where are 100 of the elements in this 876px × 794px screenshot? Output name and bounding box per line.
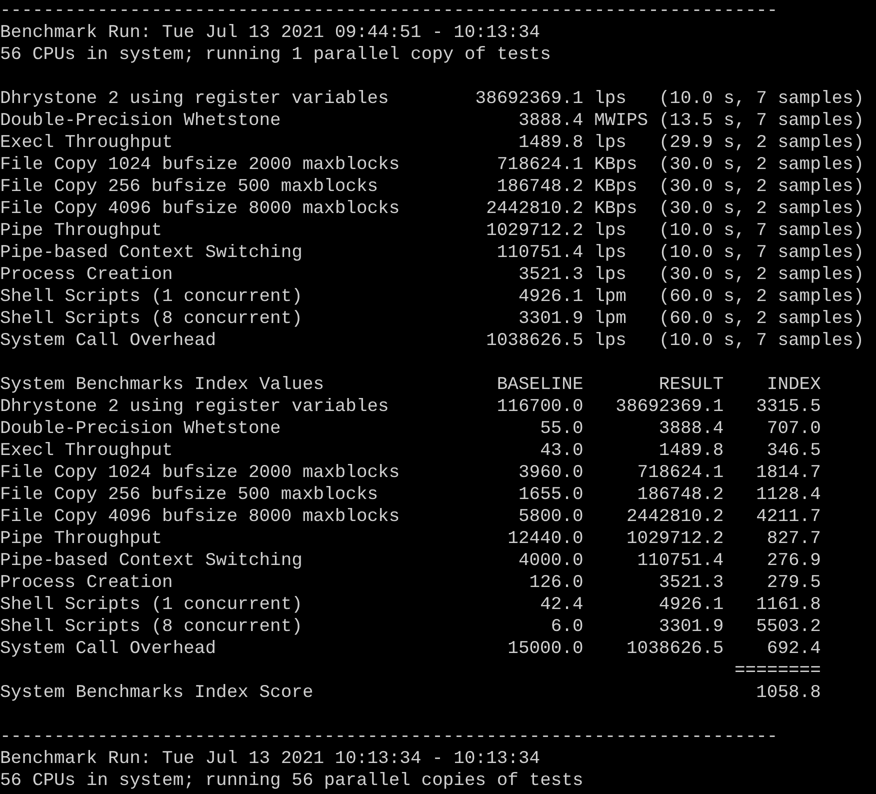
result-value: 3521.3 — [517, 264, 584, 286]
unit-label: lps — [594, 264, 628, 286]
unit-label: lps — [594, 88, 628, 110]
table-cell-text: 346.5 — [766, 440, 821, 462]
test-name: File Copy 4096 bufsize 8000 maxblocks — [0, 198, 401, 220]
timing-text: (10.0 s, 7 samples) — [658, 88, 866, 110]
table-cell-text: 12440.0 — [506, 528, 584, 550]
unit-label: lps — [594, 132, 628, 154]
column-header: BASELINE — [496, 374, 584, 396]
table-cell-text: 55.0 — [539, 418, 584, 440]
unit-label: MWIPS — [594, 110, 648, 132]
unit-label: lps — [594, 242, 628, 264]
table-cell-text: 3521.3 — [658, 572, 724, 594]
table-cell-text: Pipe Throughput — [0, 528, 164, 550]
column-header: INDEX — [766, 374, 821, 396]
test-name: Shell Scripts (1 concurrent) — [0, 286, 304, 308]
table-cell-text: 43.0 — [539, 440, 584, 462]
table-cell-text: Shell Scripts (8 concurrent) — [0, 616, 304, 638]
separator-line: ------------------------------------------------------------------------ — [0, 1, 778, 21]
table-cell-text: 1655.0 — [517, 484, 584, 506]
table-cell-text: 6.0 — [550, 616, 584, 638]
table-cell-text: 5800.0 — [517, 506, 584, 528]
result-value: 38692369.1 — [474, 88, 584, 110]
table-cell-text: 3315.5 — [755, 396, 821, 418]
unit-label: KBps — [594, 154, 638, 176]
table-cell-text: 110751.4 — [636, 550, 724, 572]
result-value: 4926.1 — [517, 286, 584, 308]
test-name: Double-Precision Whetstone — [0, 110, 282, 132]
timing-text: (60.0 s, 2 samples) — [658, 286, 866, 308]
table-cell-text: 126.0 — [528, 572, 584, 594]
table-cell-text: 4000.0 — [517, 550, 584, 572]
unit-label: lps — [594, 220, 628, 242]
table-cell-text: 279.5 — [766, 572, 821, 594]
table-cell-text: 116700.0 — [496, 396, 584, 418]
table-cell-text: 718624.1 — [636, 462, 724, 484]
table-cell-text: 707.0 — [766, 418, 821, 440]
score-label: System Benchmarks Index Score — [0, 682, 314, 704]
separator-line: ------------------------------------------------------------------------ — [0, 727, 778, 747]
timing-text: (30.0 s, 2 samples) — [658, 154, 866, 176]
result-value: 3888.4 — [517, 110, 584, 132]
result-value: 718624.1 — [496, 154, 584, 176]
timing-text: (60.0 s, 2 samples) — [658, 308, 866, 330]
timing-text: (10.0 s, 7 samples) — [658, 220, 866, 242]
result-value: 1029712.2 — [485, 220, 584, 242]
test-name: Pipe Throughput — [0, 220, 164, 242]
table-cell-text: 1029712.2 — [625, 528, 724, 550]
table-cell-text: File Copy 4096 bufsize 8000 maxblocks — [0, 506, 401, 528]
test-name: File Copy 256 bufsize 500 maxblocks — [0, 176, 380, 198]
unit-label: KBps — [594, 176, 638, 198]
table-cell-text: 1814.7 — [755, 462, 821, 484]
table-cell-text: Execl Throughput — [0, 440, 174, 462]
timing-text: (30.0 s, 2 samples) — [658, 176, 866, 198]
test-name: Shell Scripts (8 concurrent) — [0, 308, 304, 330]
result-value: 3301.9 — [517, 308, 584, 330]
result-value: 186748.2 — [496, 176, 584, 198]
table-cell-text: File Copy 1024 bufsize 2000 maxblocks — [0, 462, 401, 484]
result-value: 110751.4 — [496, 242, 584, 264]
timing-text: (30.0 s, 2 samples) — [658, 198, 866, 220]
terminal-line: 56 CPUs in system; running 1 parallel copy of tests — [0, 45, 551, 65]
result-value: 1489.8 — [517, 132, 584, 154]
table-cell-text: Double-Precision Whetstone — [0, 418, 282, 440]
table-cell-text: 186748.2 — [636, 484, 724, 506]
table-cell-text: 3960.0 — [517, 462, 584, 484]
test-name: System Call Overhead — [0, 330, 218, 352]
table-cell-text: Process Creation — [0, 572, 174, 594]
timing-text: (13.5 s, 7 samples) — [658, 110, 866, 132]
total-rule: ======== — [733, 660, 821, 682]
score-value: 1058.8 — [755, 682, 821, 704]
table-cell-text: 3301.9 — [658, 616, 724, 638]
timing-text: (29.9 s, 2 samples) — [658, 132, 866, 154]
table-cell-text: Shell Scripts (1 concurrent) — [0, 594, 304, 616]
table-cell-text: 15000.0 — [506, 638, 584, 660]
table-cell-text: 38692369.1 — [614, 396, 724, 418]
table-cell-text: Pipe-based Context Switching — [0, 550, 304, 572]
table-cell-text: 1161.8 — [755, 594, 821, 616]
timing-text: (10.0 s, 7 samples) — [658, 242, 866, 264]
table-cell-text: 3888.4 — [658, 418, 724, 440]
table-cell-text: 5503.2 — [755, 616, 821, 638]
terminal-line: 56 CPUs in system; running 56 parallel copies of tests — [0, 771, 584, 791]
table-cell-text: 827.7 — [766, 528, 821, 550]
terminal-line: Benchmark Run: Tue Jul 13 2021 09:44:51 - 10:13:34 — [0, 23, 540, 43]
table-cell-text: 276.9 — [766, 550, 821, 572]
table-cell-text: File Copy 256 bufsize 500 maxblocks — [0, 484, 380, 506]
timing-text: (10.0 s, 7 samples) — [658, 330, 866, 352]
table-cell-text: 4211.7 — [755, 506, 821, 528]
test-name: Execl Throughput — [0, 132, 174, 154]
table-cell-text: System Call Overhead — [0, 638, 218, 660]
timing-text: (30.0 s, 2 samples) — [658, 264, 866, 286]
test-name: Process Creation — [0, 264, 174, 286]
table-cell-text: 1128.4 — [755, 484, 821, 506]
test-name: File Copy 1024 bufsize 2000 maxblocks — [0, 154, 401, 176]
terminal-line: Benchmark Run: Tue Jul 13 2021 10:13:34 - 10:13:34 — [0, 749, 540, 769]
unit-label: lpm — [594, 286, 628, 308]
column-header: RESULT — [658, 374, 724, 396]
table-cell-text: 42.4 — [539, 594, 584, 616]
table-cell-text: 1489.8 — [658, 440, 724, 462]
column-header: System Benchmarks Index Values — [0, 374, 326, 396]
table-cell-text: 692.4 — [766, 638, 821, 660]
table-cell-text: 1038626.5 — [625, 638, 724, 660]
unit-label: lpm — [594, 308, 628, 330]
